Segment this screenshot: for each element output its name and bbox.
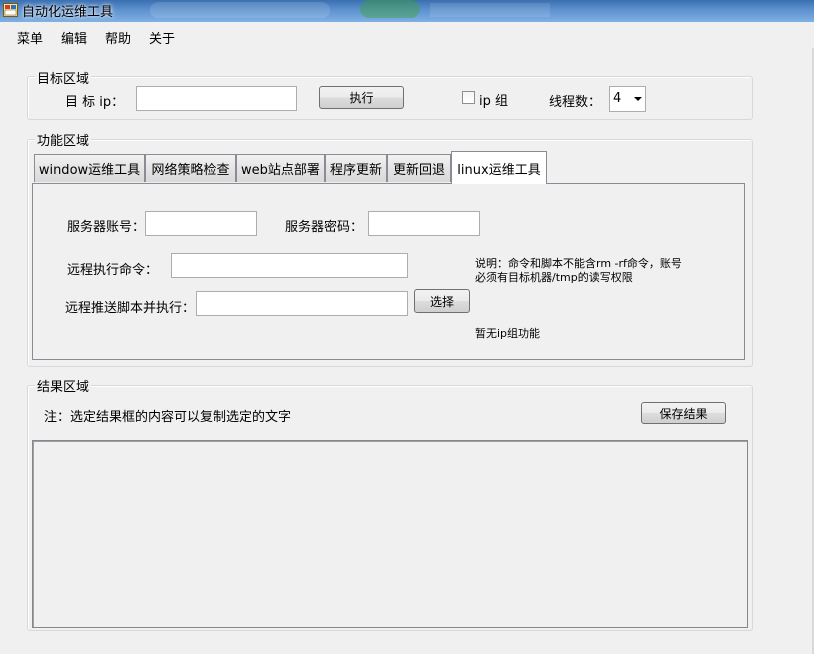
tab-linux-tools[interactable]: linux运维工具 bbox=[451, 151, 547, 184]
remote-script-label: 远程推送脚本并执行： bbox=[65, 301, 196, 316]
remote-command-label: 远程执行命令： bbox=[67, 263, 159, 278]
title-bar: 自动化运维工具 bbox=[0, 0, 814, 22]
note-line-2: 必须有目标机器/tmp的读写权限 bbox=[475, 271, 633, 284]
tab-update-rollback[interactable]: 更新回退 bbox=[387, 154, 451, 182]
ip-group-checkbox[interactable] bbox=[462, 91, 475, 104]
ip-group-label: ip 组 bbox=[479, 94, 508, 109]
menu-item-help[interactable]: 帮助 bbox=[105, 28, 131, 47]
background-blur bbox=[430, 3, 550, 17]
tab-program-update[interactable]: 程序更新 bbox=[325, 154, 387, 182]
no-ip-group-note: 暂无ip组功能 bbox=[475, 327, 541, 340]
server-account-input[interactable] bbox=[145, 211, 257, 236]
window-title: 自动化运维工具 bbox=[22, 5, 114, 20]
menu-item-edit[interactable]: 编辑 bbox=[61, 28, 87, 47]
menu-bar: 菜单 编辑 帮助 关于 bbox=[0, 22, 814, 48]
background-blur bbox=[150, 2, 330, 18]
remote-script-input[interactable] bbox=[196, 291, 408, 316]
result-textbox[interactable] bbox=[32, 440, 748, 628]
menu-item-about[interactable]: 关于 bbox=[149, 28, 175, 47]
remote-command-input[interactable] bbox=[171, 253, 408, 278]
select-script-button[interactable]: 选择 bbox=[414, 289, 470, 313]
server-account-label: 服务器账号： bbox=[67, 220, 146, 235]
chevron-down-icon bbox=[634, 97, 642, 101]
server-password-label: 服务器密码： bbox=[285, 220, 364, 235]
background-blur bbox=[360, 0, 420, 18]
app-icon bbox=[3, 3, 18, 17]
thread-label: 线程数： bbox=[549, 95, 602, 110]
target-group-title: 目标区域 bbox=[35, 68, 92, 87]
menu-item-menu[interactable]: 菜单 bbox=[17, 28, 43, 47]
ip-input[interactable] bbox=[136, 86, 297, 111]
tab-web-deploy[interactable]: web站点部署 bbox=[236, 154, 325, 182]
ip-label: 目 标 ip： bbox=[65, 95, 125, 110]
execute-button[interactable]: 执行 bbox=[319, 86, 404, 109]
server-password-input[interactable] bbox=[368, 211, 480, 236]
function-group-title: 功能区域 bbox=[35, 130, 92, 149]
thread-count-select[interactable]: 4 bbox=[609, 86, 646, 112]
result-group-title: 结果区域 bbox=[35, 376, 92, 395]
result-hint: 注：选定结果框的内容可以复制选定的文字 bbox=[44, 410, 292, 425]
thread-count-value: 4 bbox=[613, 91, 622, 106]
save-result-button[interactable]: 保存结果 bbox=[641, 402, 726, 424]
tab-window-tools[interactable]: window运维工具 bbox=[34, 154, 145, 182]
tab-network-policy[interactable]: 网络策略检查 bbox=[145, 154, 236, 182]
